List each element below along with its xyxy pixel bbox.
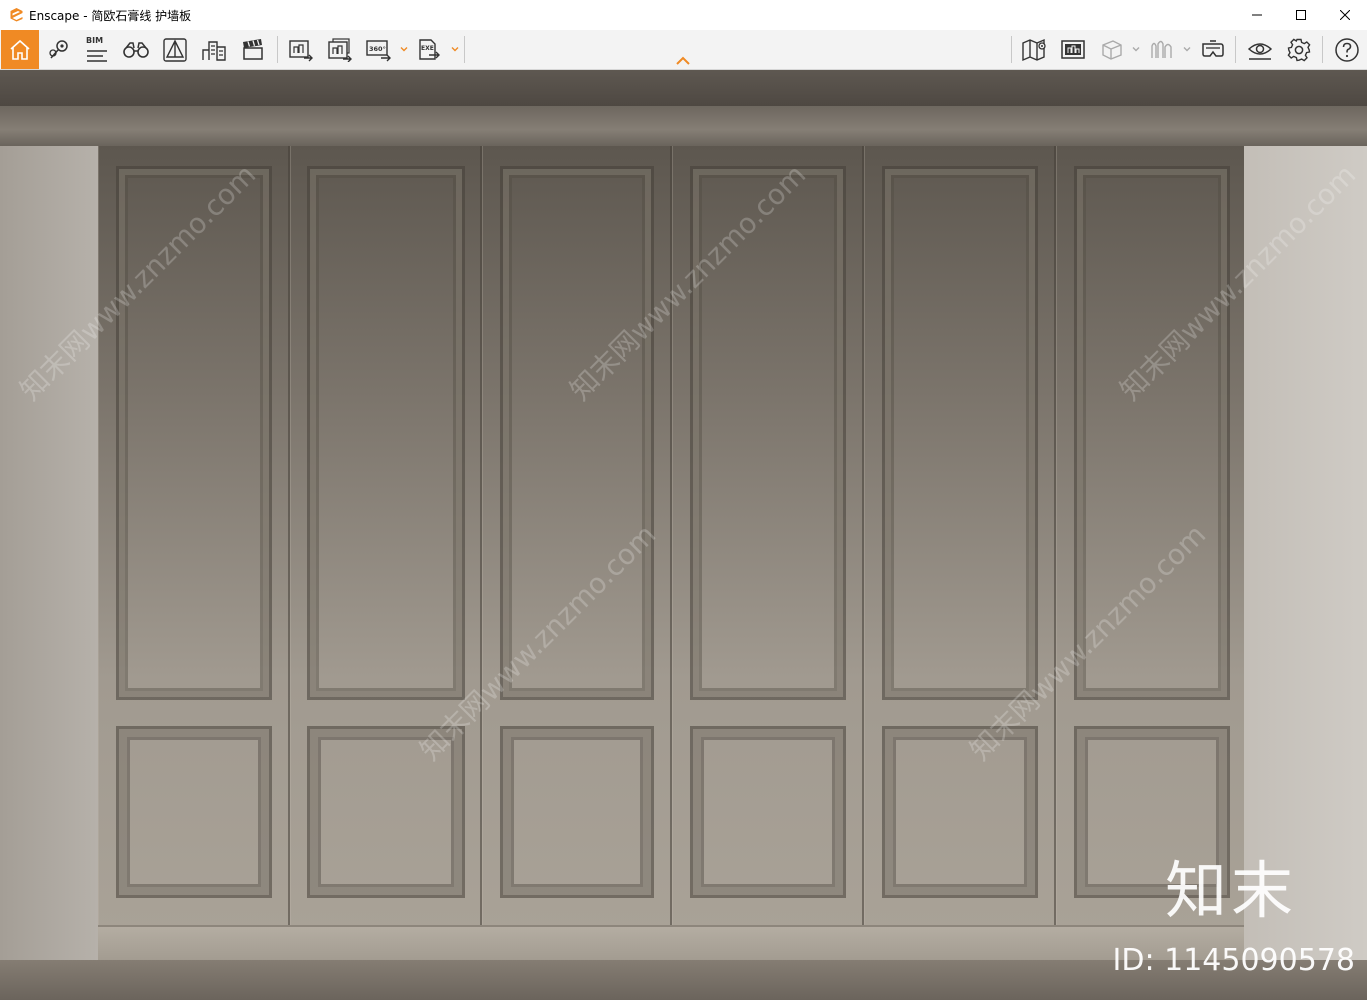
panorama-360-icon: 360°	[366, 39, 391, 61]
settings-button[interactable]	[1280, 30, 1318, 69]
lower-panel-frame	[882, 726, 1038, 898]
settings-gear-icon	[1287, 38, 1311, 61]
chevron-down-icon[interactable]	[1131, 44, 1141, 54]
export-button[interactable]: EXE	[411, 30, 449, 69]
views-button[interactable]	[40, 30, 78, 69]
toolbar-separator	[1011, 36, 1012, 63]
upper-panel-frame	[307, 166, 465, 700]
help-button[interactable]	[1328, 30, 1366, 69]
view-cube-icon	[1102, 39, 1122, 60]
sound-button[interactable]	[1143, 30, 1181, 69]
title-bar: Enscape - 简欧石膏线 护墙板	[0, 0, 1367, 30]
close-icon	[1340, 10, 1350, 20]
bim-label: BIM	[86, 36, 104, 45]
video-editor-button[interactable]	[234, 30, 272, 69]
visual-settings-button[interactable]	[1241, 30, 1279, 69]
vr-headset-button[interactable]	[1194, 30, 1232, 69]
panorama-button[interactable]: 360°	[360, 30, 398, 69]
brand-watermark: 知末	[1164, 854, 1297, 927]
asset-library-button[interactable]	[1054, 30, 1092, 69]
city-icon	[202, 40, 226, 61]
enscape-logo-icon	[10, 8, 23, 22]
asset-id-label: ID: 1145090578	[1112, 943, 1355, 978]
render-viewport[interactable]: 知末网www.znzmo.com 知末网www.znzmo.com 知末网www…	[0, 70, 1367, 1000]
toolbar-separator	[1235, 36, 1236, 63]
exe-label: EXE	[421, 45, 434, 52]
upper-panel-frame	[882, 166, 1038, 700]
lower-panel-frame	[500, 726, 654, 898]
lower-panel-frame	[116, 726, 272, 898]
clapperboard-icon	[243, 38, 263, 60]
cornice-molding	[0, 106, 1367, 148]
map-icon	[1022, 38, 1046, 61]
export-exe-icon: EXE	[419, 38, 440, 60]
window-title: Enscape - 简欧石膏线 护墙板	[29, 9, 192, 23]
sound-wave-icon	[1151, 40, 1172, 58]
bim-button[interactable]: BIM	[78, 30, 116, 69]
chevron-down-icon[interactable]	[399, 44, 409, 54]
maximize-button[interactable]	[1279, 0, 1323, 30]
collapse-toolbar-chevron-icon[interactable]	[675, 55, 691, 67]
lower-panel-frame	[690, 726, 846, 898]
render-screenshot-icon	[289, 39, 313, 61]
perspective-button[interactable]	[156, 30, 194, 69]
screenshot-button[interactable]	[282, 30, 320, 69]
chevron-down-icon[interactable]	[450, 44, 460, 54]
visibility-eye-icon	[1247, 42, 1273, 60]
bim-icon	[87, 49, 107, 62]
help-icon	[1335, 37, 1359, 62]
wall-panel-column	[290, 146, 482, 966]
home-button[interactable]	[1, 30, 39, 69]
left-wall	[0, 146, 98, 966]
minimize-button[interactable]	[1235, 0, 1279, 30]
walk-mode-button[interactable]	[117, 30, 155, 69]
asset-library-icon	[1061, 39, 1085, 59]
vr-headset-icon	[1202, 39, 1224, 57]
close-button[interactable]	[1323, 0, 1367, 30]
map-button[interactable]	[1016, 30, 1054, 69]
view-cube-button[interactable]	[1093, 30, 1131, 69]
binoculars-icon	[123, 41, 149, 58]
city-button[interactable]	[195, 30, 233, 69]
maximize-icon	[1296, 10, 1306, 20]
batch-render-button[interactable]	[321, 30, 359, 69]
toolbar-separator	[1322, 36, 1323, 63]
toolbar-separator	[277, 36, 278, 63]
toolbar-separator	[464, 36, 465, 63]
wall-panel-column	[864, 146, 1056, 966]
home-icon	[10, 39, 30, 60]
location-pin-icon	[49, 39, 68, 58]
panorama-label: 360°	[369, 45, 386, 53]
chevron-down-icon[interactable]	[1182, 44, 1192, 54]
batch-render-icon	[328, 37, 352, 62]
perspective-icon	[163, 37, 187, 62]
minimize-icon	[1252, 14, 1262, 16]
baseboard	[98, 925, 1244, 962]
ceiling	[0, 70, 1367, 106]
